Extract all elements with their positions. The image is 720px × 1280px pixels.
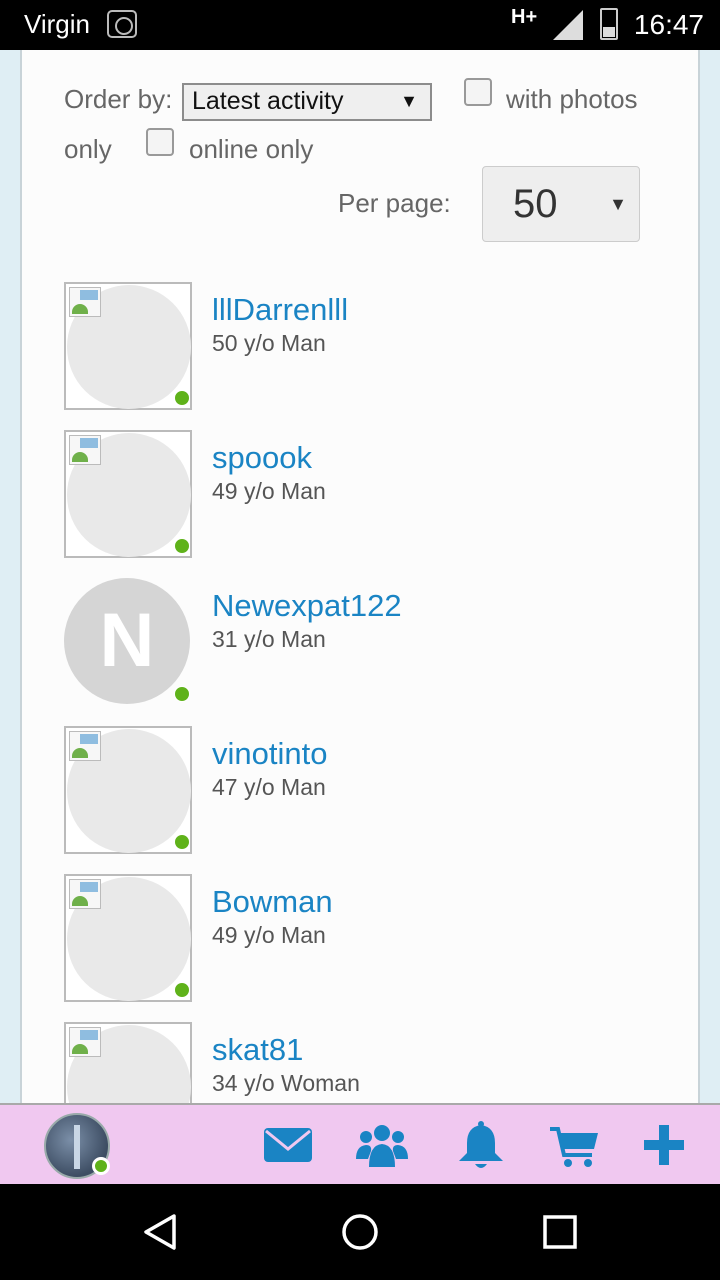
broken-image-icon (69, 1027, 101, 1057)
list-item[interactable]: lllDarrenlll 50 y/o Man (64, 282, 684, 430)
avatar[interactable] (64, 430, 192, 558)
dropdown-arrow-icon: ▼ (609, 194, 627, 214)
member-name-link[interactable]: Bowman (212, 884, 333, 920)
photos-only-label[interactable]: only (64, 134, 112, 165)
with-photos-checkbox[interactable] (464, 78, 492, 106)
per-page-select[interactable]: 50 ▼ (482, 166, 640, 242)
list-item[interactable]: N Newexpat122 31 y/o Man (64, 578, 684, 726)
system-navigation-bar (0, 1184, 720, 1280)
avatar[interactable] (64, 726, 192, 854)
app-notification-icon (107, 10, 137, 38)
broken-image-icon (69, 287, 101, 317)
dropdown-arrow-icon: ▼ (400, 91, 418, 111)
broken-image-icon (69, 731, 101, 761)
member-name-link[interactable]: spoook (212, 440, 312, 476)
online-status-icon (174, 538, 190, 554)
per-page-label: Per page: (338, 188, 451, 218)
per-page-value: 50 (513, 182, 558, 226)
online-only-label[interactable]: online only (189, 134, 313, 165)
member-details: 31 y/o Man (212, 626, 326, 652)
member-name-link[interactable]: lllDarrenlll (212, 292, 348, 328)
broken-image-icon (69, 435, 101, 465)
avatar[interactable] (64, 874, 192, 1002)
online-only-checkbox[interactable] (146, 128, 174, 156)
member-details: 34 y/o Woman (212, 1070, 360, 1096)
signal-icon (553, 10, 583, 40)
mail-icon[interactable] (262, 1119, 314, 1171)
status-bar: Virgin H+ 16:47 (0, 0, 720, 50)
avatar[interactable] (64, 282, 192, 410)
online-status-icon (92, 1157, 110, 1175)
online-status-icon (174, 686, 190, 702)
list-item[interactable]: skat81 34 y/o Woman (64, 1022, 684, 1110)
list-item[interactable]: vinotinto 47 y/o Man (64, 726, 684, 874)
online-status-icon (174, 982, 190, 998)
cart-icon[interactable] (548, 1119, 600, 1171)
online-status-icon (174, 834, 190, 850)
online-status-icon (174, 390, 190, 406)
member-name-link[interactable]: skat81 (212, 1032, 303, 1068)
broken-image-icon (69, 879, 101, 909)
filter-bar: Order by: Latest activity ▼ with photos … (64, 78, 684, 250)
members-page[interactable]: Order by: Latest activity ▼ with photos … (20, 50, 700, 1110)
order-by-label: Order by: (64, 84, 173, 114)
carrier-label: Virgin (24, 9, 91, 39)
clock: 16:47 (633, 9, 704, 40)
member-details: 47 y/o Man (212, 774, 326, 800)
member-details: 49 y/o Man (212, 922, 326, 948)
bottom-app-bar (0, 1103, 720, 1184)
member-name-link[interactable]: vinotinto (212, 736, 327, 772)
member-list: lllDarrenlll 50 y/o Man spoook 49 y/o Ma… (64, 282, 684, 1110)
with-photos-label[interactable]: with photos (506, 84, 638, 115)
list-item[interactable]: spoook 49 y/o Man (64, 430, 684, 578)
friends-icon[interactable] (356, 1119, 408, 1171)
member-name-link[interactable]: Newexpat122 (212, 588, 402, 624)
list-item[interactable]: Bowman 49 y/o Man (64, 874, 684, 1022)
recent-apps-icon[interactable] (540, 1212, 580, 1252)
member-details: 50 y/o Man (212, 330, 326, 356)
network-type: H+ (511, 6, 538, 28)
home-icon[interactable] (340, 1212, 380, 1252)
plus-icon[interactable] (638, 1119, 690, 1171)
order-by-value: Latest activity (192, 87, 344, 115)
back-icon[interactable] (140, 1212, 180, 1252)
order-by-select[interactable]: Latest activity ▼ (182, 83, 432, 121)
avatar[interactable] (64, 1022, 192, 1110)
bell-icon[interactable] (455, 1119, 507, 1171)
avatar[interactable]: N (64, 578, 190, 704)
battery-icon (600, 8, 618, 40)
member-details: 49 y/o Man (212, 478, 326, 504)
